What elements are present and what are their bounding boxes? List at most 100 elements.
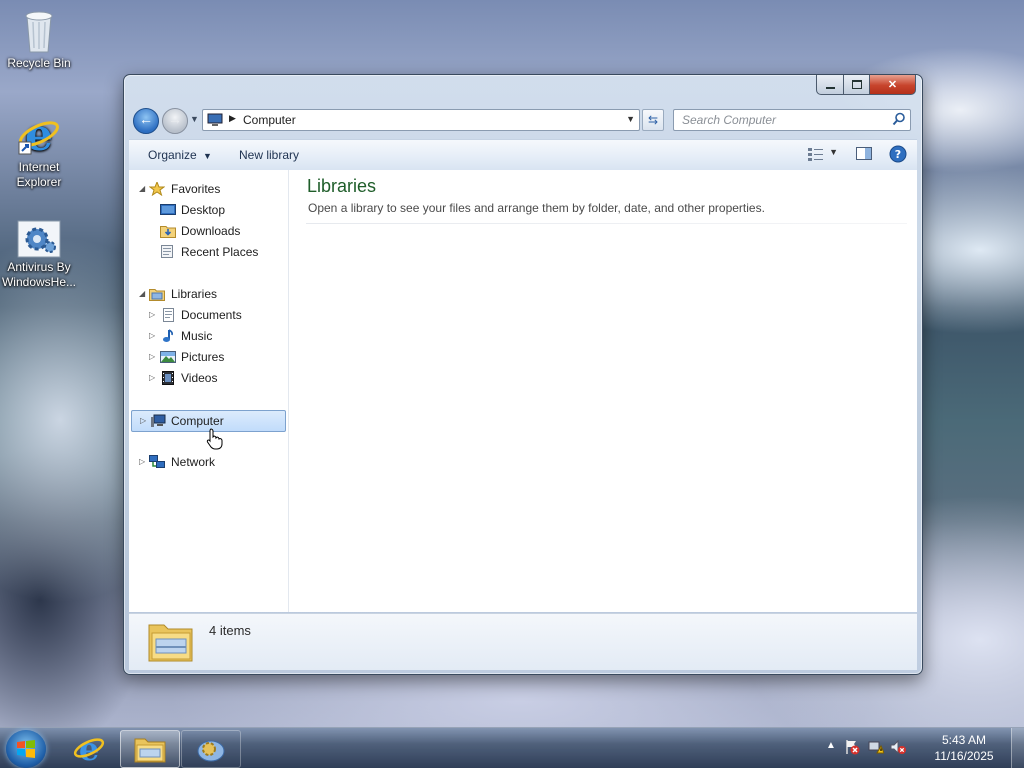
forward-arrow-icon: → <box>168 111 182 127</box>
preview-pane-button[interactable] <box>855 145 873 165</box>
desktop-icon-recycle-bin[interactable]: Recycle Bin <box>0 8 79 71</box>
network-icon <box>149 455 165 469</box>
refresh-icon: ⇆ <box>647 113 659 127</box>
collapsed-arrow-icon[interactable]: ▷ <box>139 452 145 472</box>
nav-item-desktop[interactable]: Desktop <box>129 200 284 220</box>
item-count: 4 items <box>209 623 251 638</box>
nav-item-recent-places[interactable]: Recent Places <box>129 242 284 262</box>
desktop-icon-label: Internet Explorer <box>16 160 62 189</box>
nav-favorites[interactable]: ◢ Favorites <box>129 179 284 199</box>
preview-pane-icon <box>856 147 872 160</box>
action-center-alert-icon[interactable] <box>844 739 860 758</box>
internet-explorer-icon: e <box>73 730 105 768</box>
view-dropdown-icon[interactable]: ▼ <box>829 147 838 167</box>
computer-icon <box>150 414 166 428</box>
desktop-icon-label: Antivirus By WindowsHe... <box>1 260 77 289</box>
new-library-button[interactable]: New library <box>239 148 299 162</box>
nav-item-label: Pictures <box>181 350 225 364</box>
nav-item-label: Downloads <box>181 224 241 238</box>
system-tray: ▲ 5:43 AM 11/16/2025 <box>826 728 996 768</box>
desktop-icon-internet-explorer[interactable]: e Internet Explorer <box>0 110 79 190</box>
nav-item-downloads[interactable]: Downloads <box>129 221 284 241</box>
taskbar-windows-explorer[interactable] <box>120 730 180 768</box>
refresh-button[interactable]: ⇆ <box>642 109 664 131</box>
address-bar[interactable]: ▶ Computer ▼ <box>202 109 640 131</box>
nav-item-label: Videos <box>181 371 218 385</box>
nav-item-label: Desktop <box>181 203 226 217</box>
expanded-arrow-icon[interactable]: ◢ <box>139 179 145 199</box>
maximize-button[interactable] <box>844 75 870 95</box>
desktop-icon-antivirus[interactable]: Antivirus By WindowsHe... <box>0 220 79 290</box>
close-button[interactable]: ✕ <box>870 75 916 95</box>
show-hidden-icons-icon[interactable]: ▲ <box>826 740 836 751</box>
content-pane: Libraries Open a library to see your fil… <box>289 170 917 612</box>
expanded-arrow-icon[interactable]: ◢ <box>139 284 145 304</box>
search-icon[interactable] <box>892 112 906 129</box>
nav-libraries[interactable]: ◢ Libraries <box>129 284 284 304</box>
nav-network[interactable]: ▷ Network <box>129 452 284 472</box>
help-button[interactable]: ? <box>889 145 907 165</box>
search-input[interactable] <box>680 112 884 128</box>
nav-item-label: Documents <box>181 308 242 322</box>
nav-item-documents[interactable]: ▷ Documents <box>129 305 284 325</box>
computer-icon <box>207 113 223 130</box>
forward-button[interactable]: → <box>162 108 188 134</box>
content-divider <box>306 223 907 224</box>
organize-menu[interactable]: Organize ▼ <box>148 148 212 162</box>
recent-places-icon <box>160 245 176 259</box>
close-icon: ✕ <box>887 79 898 91</box>
libraries-icon <box>149 287 165 301</box>
volume-muted-icon[interactable] <box>890 739 906 758</box>
details-pane: 4 items <box>129 613 917 670</box>
clock-date: 11/16/2025 <box>934 749 994 763</box>
breadcrumb-arrow-icon[interactable]: ▶ <box>229 113 236 124</box>
nav-libraries-label: Libraries <box>171 287 218 301</box>
collapsed-arrow-icon[interactable]: ▷ <box>149 347 155 367</box>
internet-explorer-icon: e <box>17 110 61 161</box>
star-icon <box>148 180 166 197</box>
network-alert-icon[interactable] <box>868 739 885 758</box>
minimize-button[interactable] <box>816 75 844 95</box>
nav-item-label: Recent Places <box>181 245 259 259</box>
downloads-folder-icon <box>160 224 176 238</box>
show-desktop-button[interactable] <box>1011 728 1024 768</box>
videos-icon <box>160 371 176 385</box>
caption-buttons: ✕ <box>816 75 916 95</box>
hand-cursor-icon <box>206 428 224 453</box>
clock[interactable]: 5:43 AM 11/16/2025 <box>932 732 996 764</box>
collapsed-arrow-icon[interactable]: ▷ <box>149 326 155 346</box>
taskbar-antivirus[interactable] <box>181 730 241 768</box>
pictures-icon <box>160 350 176 364</box>
recent-pages-dropdown[interactable]: ▼ <box>190 114 199 124</box>
view-options-icon <box>808 148 823 161</box>
maximize-icon <box>851 80 862 89</box>
nav-item-music[interactable]: ▷ Music <box>129 326 284 346</box>
navigation-pane: ◢ Favorites Desktop Downloads Recent Pla… <box>129 170 289 612</box>
nav-item-pictures[interactable]: ▷ Pictures <box>129 347 284 367</box>
antivirus-gear-icon <box>196 735 226 766</box>
nav-network-label: Network <box>171 455 216 469</box>
nav-favorites-label: Favorites <box>171 182 221 196</box>
help-icon: ? <box>889 145 907 163</box>
svg-text:e: e <box>79 732 99 764</box>
content-subtitle: Open a library to see your files and arr… <box>308 201 765 215</box>
collapsed-arrow-icon[interactable]: ▷ <box>149 368 155 388</box>
back-arrow-icon: ← <box>139 111 153 127</box>
desktop-icon <box>160 203 176 217</box>
taskbar-internet-explorer[interactable]: e <box>60 730 118 768</box>
start-button[interactable] <box>6 730 46 768</box>
desktop-icon-label: Recycle Bin <box>7 56 71 70</box>
address-dropdown-icon[interactable]: ▼ <box>626 114 635 124</box>
organize-label: Organize <box>148 148 197 162</box>
collapsed-arrow-icon[interactable]: ▷ <box>140 411 146 431</box>
nav-item-videos[interactable]: ▷ Videos <box>129 368 284 388</box>
svg-text:?: ? <box>895 148 901 161</box>
collapsed-arrow-icon[interactable]: ▷ <box>149 305 155 325</box>
explorer-window: ✕ ← → ▼ ▶ Computer ▼ ⇆ Organize ▼ New li… <box>123 74 923 675</box>
back-button[interactable]: ← <box>133 108 159 134</box>
search-box[interactable] <box>673 109 911 131</box>
change-view-button[interactable] <box>807 145 825 165</box>
antivirus-gear-icon <box>17 220 61 258</box>
command-bar: Organize ▼ New library ▼ ? <box>129 139 917 171</box>
breadcrumb-computer[interactable]: Computer <box>243 113 296 127</box>
